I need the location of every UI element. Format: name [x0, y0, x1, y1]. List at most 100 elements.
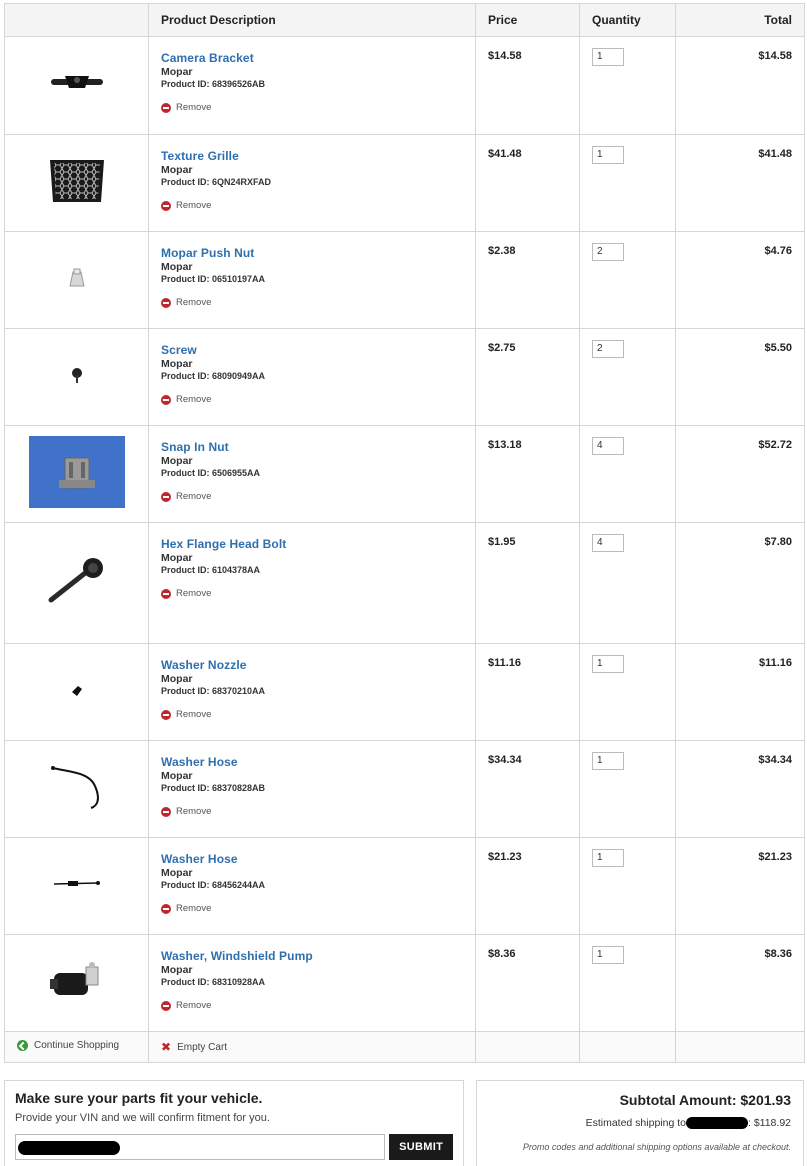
- remove-label: Remove: [176, 297, 212, 308]
- remove-icon: [161, 200, 171, 211]
- product-id: Product ID: 68370828AB: [161, 783, 266, 793]
- product-name-link[interactable]: Screw: [161, 343, 463, 357]
- product-brand: Mopar: [161, 964, 193, 976]
- remove-icon: [161, 709, 171, 720]
- remove-icon: [161, 903, 171, 914]
- product-name-link[interactable]: Washer Hose: [161, 852, 463, 866]
- remove-icon: [161, 394, 171, 405]
- remove-button[interactable]: Remove: [161, 200, 211, 211]
- product-id: Product ID: 6506955AA: [161, 468, 261, 478]
- quantity-input[interactable]: [592, 47, 624, 66]
- continue-shopping-link[interactable]: Continue Shopping: [17, 1040, 119, 1051]
- arrow-left-circle-icon: [17, 1040, 28, 1051]
- product-image[interactable]: [4, 522, 149, 644]
- product-id: Product ID: 68396526AB: [161, 79, 266, 89]
- remove-button[interactable]: Remove: [161, 806, 211, 817]
- line-total: $34.34: [675, 740, 805, 838]
- unit-price: $2.75: [475, 328, 580, 426]
- quantity-input[interactable]: [592, 945, 624, 964]
- cart-row: Washer Hose Mopar Product ID: 68456244AA…: [4, 837, 805, 935]
- product-brand: Mopar: [161, 164, 193, 176]
- product-image[interactable]: [4, 231, 149, 329]
- remove-button[interactable]: Remove: [161, 102, 211, 113]
- quantity-input[interactable]: [592, 533, 624, 552]
- unit-price: $34.34: [475, 740, 580, 838]
- order-summary: Subtotal Amount: $201.93 Estimated shipp…: [476, 1080, 804, 1166]
- remove-label: Remove: [176, 102, 212, 113]
- quantity-input[interactable]: [592, 436, 624, 455]
- product-brand: Mopar: [161, 66, 193, 78]
- remove-button[interactable]: Remove: [161, 903, 211, 914]
- product-name-link[interactable]: Camera Bracket: [161, 51, 463, 65]
- quantity-input[interactable]: [592, 751, 624, 770]
- remove-button[interactable]: Remove: [161, 1000, 211, 1011]
- product-brand: Mopar: [161, 552, 193, 564]
- remove-button[interactable]: Remove: [161, 709, 211, 720]
- header-price: Price: [475, 3, 580, 37]
- remove-label: Remove: [176, 903, 212, 914]
- redacted-zip: [685, 1117, 748, 1130]
- washer-hose-image: [50, 765, 99, 809]
- line-total: $52.72: [675, 425, 805, 523]
- remove-button[interactable]: Remove: [161, 297, 211, 308]
- continue-shopping-label: Continue Shopping: [34, 1040, 120, 1051]
- cart-row: Washer, Windshield Pump Mopar Product ID…: [4, 934, 805, 1032]
- product-name-link[interactable]: Washer Hose: [161, 755, 463, 769]
- product-image[interactable]: [4, 740, 149, 838]
- product-image[interactable]: [4, 934, 149, 1032]
- product-brand: Mopar: [161, 261, 193, 273]
- cart-row: Screw Mopar Product ID: 68090949AA Remov…: [4, 328, 805, 426]
- promo-note: Promo codes and additional shipping opti…: [522, 1142, 791, 1153]
- unit-price: $2.38: [475, 231, 580, 329]
- product-brand: Mopar: [161, 867, 193, 879]
- screw-image: [71, 367, 82, 383]
- cart-header-row: Product Description Price Quantity Total: [4, 3, 805, 37]
- cart-row: Camera Bracket Mopar Product ID: 6839652…: [4, 36, 805, 135]
- shipping-amount: : $118.92: [747, 1117, 791, 1129]
- product-name-link[interactable]: Hex Flange Head Bolt: [161, 537, 463, 551]
- product-id: Product ID: 6104378AA: [161, 565, 261, 575]
- quantity-input[interactable]: [592, 654, 624, 673]
- product-brand: Mopar: [161, 770, 193, 782]
- product-image[interactable]: [4, 134, 149, 232]
- unit-price: $1.95: [475, 522, 580, 644]
- product-image[interactable]: [4, 837, 149, 935]
- product-image[interactable]: [4, 36, 149, 135]
- product-brand: Mopar: [161, 455, 193, 467]
- header-quantity: Quantity: [579, 3, 676, 37]
- empty-cart-label: Empty Cart: [177, 1041, 228, 1053]
- remove-label: Remove: [176, 806, 212, 817]
- remove-icon: [161, 1000, 171, 1011]
- empty-cart-link[interactable]: ✖ Empty Cart: [161, 1040, 227, 1054]
- product-name-link[interactable]: Mopar Push Nut: [161, 246, 463, 260]
- remove-icon: [161, 297, 171, 308]
- product-name-link[interactable]: Snap In Nut: [161, 440, 463, 454]
- remove-label: Remove: [176, 200, 212, 211]
- camera-bracket-image: [50, 76, 103, 88]
- product-image[interactable]: [4, 425, 149, 523]
- product-name-link[interactable]: Texture Grille: [161, 149, 463, 163]
- quantity-input[interactable]: [592, 339, 624, 358]
- product-image[interactable]: [4, 328, 149, 426]
- remove-button[interactable]: Remove: [161, 394, 211, 405]
- product-name-link[interactable]: Washer Nozzle: [161, 658, 463, 672]
- snap-in-nut-image: [28, 435, 125, 508]
- product-image[interactable]: [4, 643, 149, 741]
- windshield-pump-image: [49, 961, 98, 995]
- remove-button[interactable]: Remove: [161, 491, 211, 502]
- quantity-input[interactable]: [592, 242, 624, 261]
- quantity-input[interactable]: [592, 848, 624, 867]
- cart-row: Washer Nozzle Mopar Product ID: 68370210…: [4, 643, 805, 741]
- unit-price: $21.23: [475, 837, 580, 935]
- cart-row: Snap In Nut Mopar Product ID: 6506955AA …: [4, 425, 805, 523]
- cart-row: Washer Hose Mopar Product ID: 68370828AB…: [4, 740, 805, 838]
- vin-input[interactable]: [15, 1134, 386, 1160]
- submit-button[interactable]: SUBMIT: [389, 1134, 453, 1160]
- subtotal-amount: Subtotal Amount: $201.93: [619, 1092, 791, 1108]
- remove-button[interactable]: Remove: [161, 588, 211, 599]
- quantity-input[interactable]: [592, 145, 624, 164]
- cart-footer-row: Continue Shopping ✖ Empty Cart: [4, 1031, 805, 1063]
- product-name-link[interactable]: Washer, Windshield Pump: [161, 949, 463, 963]
- remove-icon: [161, 588, 171, 599]
- unit-price: $8.36: [475, 934, 580, 1032]
